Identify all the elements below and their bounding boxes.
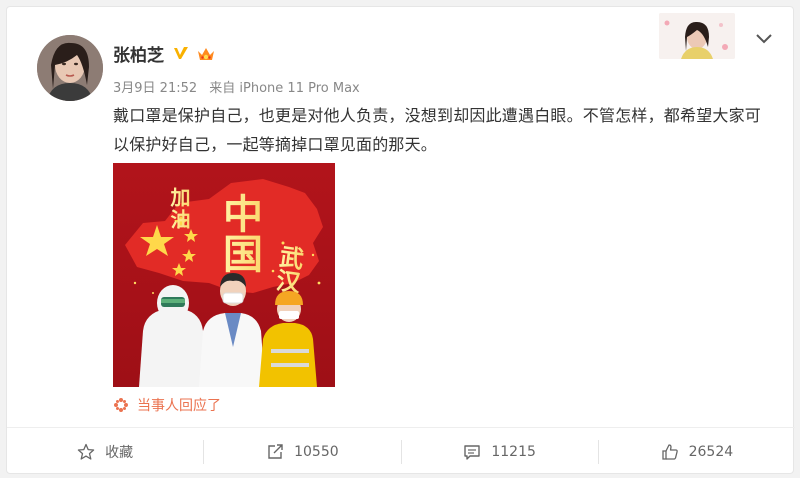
post-time[interactable]: 3月9日 21:52: [113, 81, 197, 96]
verified-icon: [174, 46, 188, 59]
author-name[interactable]: 张柏芝: [113, 41, 164, 66]
poster-text-jiayou: 加油: [167, 187, 191, 231]
poster-text-zhongguo: 中国: [216, 193, 262, 273]
author-row: 张柏芝: [113, 41, 216, 66]
favorite-label: 收藏: [105, 444, 134, 461]
weibo-post-card: 张柏芝 3月9日 21:52 来自 iPhone 11 Pro Max 戴口罩是…: [6, 6, 795, 475]
post-text: 戴口罩是保护自己，也更是对他人负责，没想到却因此遭遇白眼。不管怎样，都希望大家可…: [113, 106, 762, 154]
thumbs-up-icon: [661, 443, 678, 460]
comment-button[interactable]: 11215: [402, 439, 599, 464]
flower-icon: [114, 398, 128, 412]
action-bar: 收藏 10550 11215 26524: [7, 427, 795, 475]
like-count: 26524: [688, 443, 734, 460]
comment-count: 11215: [491, 443, 536, 460]
chevron-down-icon[interactable]: [755, 33, 773, 45]
post-meta: 3月9日 21:52 来自 iPhone 11 Pro Max: [113, 77, 368, 96]
avatar[interactable]: [37, 35, 103, 101]
star-icon: [77, 443, 95, 460]
post-image[interactable]: 加油 中国 武汉: [113, 163, 335, 387]
profile-banner-thumbnail[interactable]: [659, 13, 735, 59]
favorite-button[interactable]: 收藏: [7, 439, 205, 464]
comment-icon: [464, 444, 481, 460]
vip-crown-icon[interactable]: [196, 46, 216, 62]
like-button[interactable]: 26524: [599, 440, 795, 464]
reply-link-label: 当事人回应了: [137, 398, 221, 414]
share-icon: [268, 443, 283, 459]
post-source: 来自 iPhone 11 Pro Max: [209, 81, 360, 96]
repost-count: 10550: [294, 443, 339, 460]
reply-link[interactable]: 当事人回应了: [113, 395, 221, 415]
repost-button[interactable]: 10550: [204, 439, 402, 464]
